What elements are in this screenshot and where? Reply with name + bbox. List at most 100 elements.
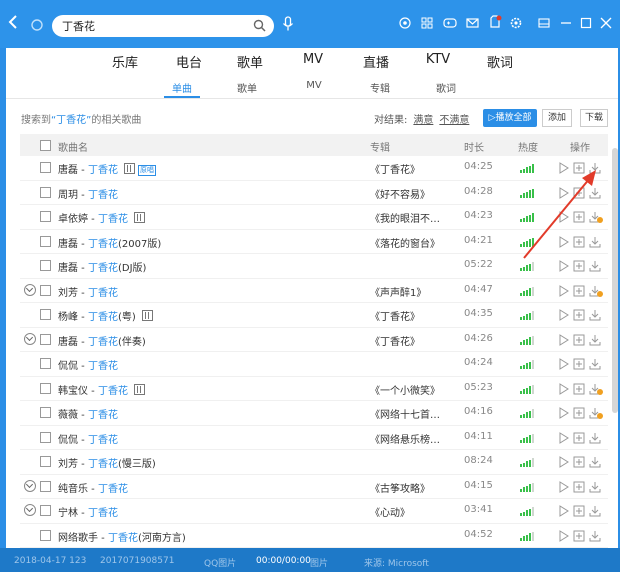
tab-playlist[interactable]: 歌单 <box>237 52 263 71</box>
col-heat[interactable]: 热度 <box>518 139 538 154</box>
song-checkbox[interactable] <box>40 333 51 345</box>
back-icon[interactable] <box>8 14 18 35</box>
artist-link[interactable]: 刘芳 <box>58 288 78 299</box>
song-title-link[interactable]: 丁香花 <box>88 459 118 470</box>
close-icon[interactable] <box>600 17 612 32</box>
song-checkbox[interactable] <box>40 358 51 369</box>
mv-icon[interactable] <box>141 310 153 321</box>
album-link[interactable]: 《网络悬乐榜… <box>370 431 440 446</box>
subtab-songs[interactable]: 单曲 <box>172 80 192 95</box>
song-title-link[interactable]: 丁香花 <box>88 239 118 250</box>
song-row[interactable]: 刘芳 - 丁香花 《声声醉1》 04:47 <box>20 279 608 303</box>
song-checkbox[interactable] <box>40 260 51 271</box>
artist-link[interactable]: 唐磊 <box>58 263 78 274</box>
song-row[interactable]: 卓依婷 - 丁香花 《我的眼泪不… 04:23 <box>20 205 608 230</box>
unsatisfied-link[interactable]: 不满意 <box>439 115 469 126</box>
song-row[interactable]: 韩宝仪 - 丁香花 《一个小微笑》 05:23 <box>20 377 608 401</box>
album-link[interactable]: 《落花的窗台》 <box>370 235 440 250</box>
minimize-icon[interactable] <box>560 17 572 32</box>
song-title-link[interactable]: 丁香花 <box>88 288 118 299</box>
song-checkbox[interactable] <box>40 407 51 418</box>
mini-mode-icon[interactable] <box>538 17 550 32</box>
artist-link[interactable]: 网络歌手 <box>58 533 98 544</box>
artist-link[interactable]: 侃侃 <box>58 435 78 446</box>
song-row[interactable]: 宁林 - 丁香花 《心动》 03:41 <box>20 499 608 524</box>
artist-link[interactable]: 侃侃 <box>58 361 78 372</box>
artist-link[interactable]: 周玥 <box>58 190 78 201</box>
song-checkbox[interactable] <box>40 284 51 296</box>
mv-icon[interactable] <box>123 163 135 174</box>
artist-link[interactable]: 宁林 <box>58 508 78 519</box>
tab-lyrics[interactable]: 歌词 <box>487 52 513 71</box>
play-all-button[interactable]: ▷播放全部 <box>483 109 537 127</box>
song-checkbox[interactable] <box>40 211 51 222</box>
maximize-icon[interactable] <box>580 17 592 32</box>
subtab-mv[interactable]: MV <box>306 80 321 91</box>
voice-search-icon[interactable] <box>282 16 294 35</box>
col-album[interactable]: 专辑 <box>370 139 390 154</box>
tab-live[interactable]: 直播 <box>363 52 389 71</box>
artist-link[interactable]: 薇薇 <box>58 410 78 421</box>
song-title-link[interactable]: 丁香花 <box>88 361 118 372</box>
song-title-link[interactable]: 丁香花 <box>98 386 128 397</box>
song-row[interactable]: 唐磊 - 丁香花(伴奏) 《丁香花》 04:26 <box>20 328 608 352</box>
artist-link[interactable]: 唐磊 <box>58 337 78 348</box>
tab-library[interactable]: 乐库 <box>112 52 138 71</box>
col-song-name[interactable]: 歌曲名 <box>58 139 88 154</box>
song-row[interactable]: 唐磊 - 丁香花(DJ版) 05:22 <box>20 254 608 279</box>
song-checkbox[interactable] <box>40 186 51 198</box>
artist-link[interactable]: 唐磊 <box>58 239 78 250</box>
song-checkbox[interactable] <box>40 431 51 443</box>
mv-icon[interactable] <box>133 212 145 223</box>
album-link[interactable]: 《丁香花》 <box>370 333 420 348</box>
album-link[interactable]: 《网络十七首… <box>370 406 440 421</box>
song-title-link[interactable]: 丁香花 <box>88 312 118 323</box>
song-row[interactable]: 刘芳 - 丁香花(慢三版) 08:24 <box>20 450 608 475</box>
artist-link[interactable]: 唐磊 <box>58 165 78 176</box>
add-button[interactable]: 添加 <box>542 109 572 127</box>
song-checkbox[interactable] <box>40 456 51 467</box>
tab-ktv[interactable]: KTV <box>426 52 450 67</box>
song-row[interactable]: 网络歌手 - 丁香花(河南方言) 04:52 <box>20 524 608 548</box>
artist-link[interactable]: 韩宝仪 <box>58 386 88 397</box>
song-title-link[interactable]: 丁香花 <box>88 263 118 274</box>
song-row[interactable]: 周玥 - 丁香花 《好不容易》 04:28 <box>20 181 608 205</box>
song-row[interactable]: 侃侃 - 丁香花 《网络悬乐榜… 04:11 <box>20 426 608 450</box>
satisfied-link[interactable]: 满意 <box>413 115 433 126</box>
settings-icon[interactable] <box>510 17 522 32</box>
apps-icon[interactable] <box>421 17 433 32</box>
song-row[interactable]: 薇薇 - 丁香花 《网络十七首… 04:16 <box>20 401 608 426</box>
mail-icon[interactable] <box>466 17 479 32</box>
song-row[interactable]: 唐磊 - 丁香花 原唱 《丁香花》 04:25 <box>20 156 608 181</box>
subtab-playlists[interactable]: 歌单 <box>237 80 257 95</box>
album-link[interactable]: 《古筝攻略》 <box>370 480 430 495</box>
song-row[interactable]: 唐磊 - 丁香花(2007版) 《落花的窗台》 04:21 <box>20 230 608 254</box>
song-checkbox[interactable] <box>40 309 51 320</box>
col-duration[interactable]: 时长 <box>464 139 484 154</box>
record-icon[interactable] <box>399 17 411 32</box>
search-icon[interactable] <box>253 19 266 35</box>
refresh-icon[interactable] <box>30 17 44 37</box>
scrollbar[interactable] <box>612 148 618 413</box>
song-title-link[interactable]: 丁香花 <box>88 337 118 348</box>
song-title-link[interactable]: 丁香花 <box>98 484 128 495</box>
album-link[interactable]: 《心动》 <box>370 504 410 519</box>
album-link[interactable]: 《我的眼泪不… <box>370 210 440 225</box>
download-button[interactable]: 下载 <box>580 109 608 127</box>
game-icon[interactable] <box>443 17 457 32</box>
expand-versions-icon[interactable] <box>24 504 36 516</box>
song-checkbox[interactable] <box>40 529 51 541</box>
song-row[interactable]: 侃侃 - 丁香花 04:24 <box>20 352 608 377</box>
album-link[interactable]: 《声声醉1》 <box>370 284 426 299</box>
song-title-link[interactable]: 丁香花 <box>88 435 118 446</box>
song-title-link[interactable]: 丁香花 <box>88 508 118 519</box>
artist-link[interactable]: 杨峰 <box>58 312 78 323</box>
tab-radio[interactable]: 电台 <box>176 52 202 71</box>
album-link[interactable]: 《好不容易》 <box>370 186 430 201</box>
song-row[interactable]: 杨峰 - 丁香花(粤) 《丁香花》 04:35 <box>20 303 608 328</box>
expand-versions-icon[interactable] <box>24 283 36 296</box>
song-title-link[interactable]: 丁香花 <box>98 214 128 225</box>
album-link[interactable]: 《一个小微笑》 <box>370 382 440 397</box>
album-link[interactable]: 《丁香花》 <box>370 308 420 323</box>
song-checkbox[interactable] <box>40 235 51 247</box>
